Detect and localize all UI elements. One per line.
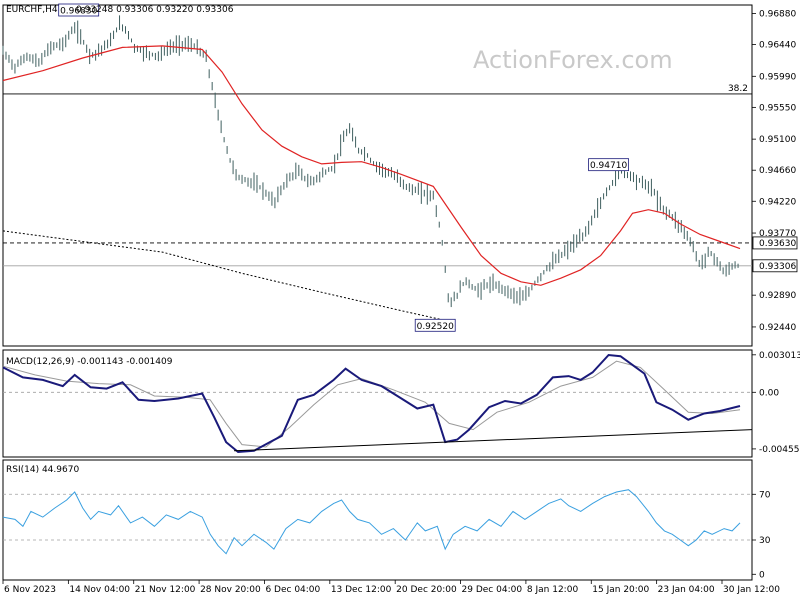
x-axis-label: 23 Jan 04:00 bbox=[658, 585, 715, 595]
price-axis-label: 0.92890 bbox=[759, 291, 796, 301]
macd-axis-label: 0.00 bbox=[759, 388, 779, 398]
x-axis-label: 6 Nov 2023 bbox=[4, 585, 56, 595]
macd-axis-label: -0.00455 bbox=[759, 445, 799, 455]
rsi-axis-label: 70 bbox=[759, 490, 771, 500]
rsi-axis-label: 30 bbox=[759, 536, 771, 546]
x-axis-label: 14 Nov 04:00 bbox=[69, 585, 130, 595]
chart-header-symbol: EURCHF,H4 bbox=[6, 5, 58, 15]
annotation-label: 0.92520 bbox=[417, 322, 454, 332]
forex-chart: ActionForex.com 38.20.968300.947100.9252… bbox=[0, 0, 800, 600]
price-axis-label: 0.95550 bbox=[759, 103, 796, 113]
annotation-label: 0.94710 bbox=[590, 161, 627, 171]
price-axis-label: 0.94660 bbox=[759, 166, 796, 176]
price-axis-label: 0.96440 bbox=[759, 41, 796, 51]
price-axis-label: 0.95100 bbox=[759, 135, 796, 145]
macd-label: MACD(12,26,9) -0.001143 -0.001409 bbox=[6, 357, 173, 367]
rsi-axis-label: 0 bbox=[759, 570, 765, 580]
price-axis-label: 0.94220 bbox=[759, 197, 796, 207]
x-axis-label: 29 Dec 04:00 bbox=[462, 585, 523, 595]
x-axis-label: 6 Dec 04:00 bbox=[265, 585, 320, 595]
x-axis-label: 8 Jan 12:00 bbox=[527, 585, 579, 595]
watermark-text: ActionForex.com bbox=[473, 46, 673, 74]
x-axis-label: 13 Dec 12:00 bbox=[331, 585, 392, 595]
x-axis-label: 20 Dec 20:00 bbox=[396, 585, 457, 595]
current-price-axis-label: 0.93306 bbox=[759, 262, 796, 272]
x-axis-label: 15 Jan 20:00 bbox=[592, 585, 649, 595]
price-axis-label: 0.92440 bbox=[759, 323, 796, 333]
chart-header-ohlc: 0.93248 0.93306 0.93220 0.93306 bbox=[76, 5, 234, 15]
price-axis-label: 0.95990 bbox=[759, 72, 796, 82]
x-axis-label: 21 Nov 12:00 bbox=[135, 585, 196, 595]
price-axis-label: 0.96880 bbox=[759, 9, 796, 19]
macd-axis-label: 0.003013 bbox=[759, 351, 800, 361]
x-axis-label: 28 Nov 20:00 bbox=[200, 585, 261, 595]
rsi-label: RSI(14) 44.9670 bbox=[6, 465, 79, 475]
fib-level-label: 38.2 bbox=[728, 84, 748, 94]
dashed-level-axis-label: 0.93630 bbox=[759, 239, 796, 249]
x-axis-label: 30 Jan 12:00 bbox=[723, 585, 780, 595]
